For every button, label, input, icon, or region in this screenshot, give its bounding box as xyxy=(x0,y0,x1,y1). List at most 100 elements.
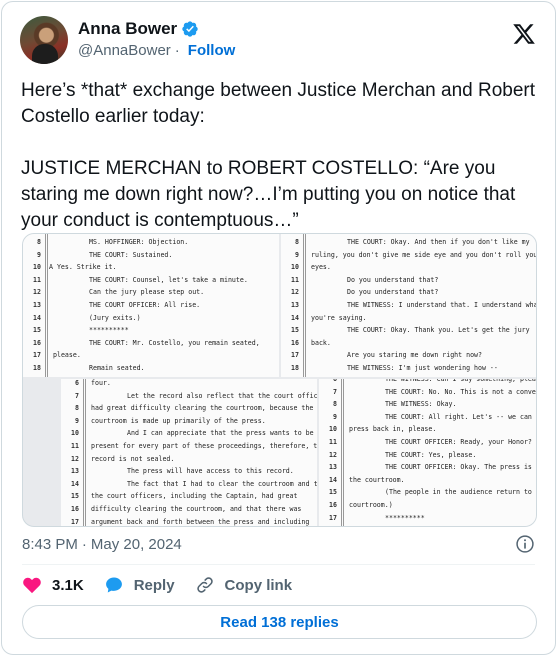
transcript-line-text: THE WITNESS: Can I say something, please… xyxy=(385,379,537,383)
transcript-line-text: back. xyxy=(311,338,331,347)
transcript-line-text: THE COURT: Sustained. xyxy=(89,250,173,259)
transcript-line-text: eyes. xyxy=(311,263,331,272)
copy-link-label: Copy link xyxy=(224,576,293,594)
transcript-line-text: you're saying. xyxy=(311,313,367,322)
transcript-line-number: 15 xyxy=(329,488,337,497)
read-replies-button[interactable]: Read 138 replies xyxy=(22,605,537,639)
transcript-image-bottom-right[interactable]: 6 THE WITNESS: Can I say something, pleas… xyxy=(319,379,537,526)
transcript-line-text: THE WITNESS: I'm just wondering how -- xyxy=(347,364,498,372)
heart-icon xyxy=(23,577,41,594)
transcript-image-bottom-left[interactable]: 6 four. 7 Let the record also reflect that … xyxy=(61,379,317,526)
transcript-line: 17 Are you staring me down right now? xyxy=(281,349,536,361)
transcript-line-number: 12 xyxy=(291,288,299,297)
x-logo-icon[interactable] xyxy=(512,22,536,46)
copy-link-button[interactable]: Copy link xyxy=(195,575,293,595)
transcript-line-text: argument back and forth between the pres… xyxy=(91,517,310,526)
transcript-line-text: The press will have access to this recor… xyxy=(127,467,294,476)
author-display-name[interactable]: Anna Bower xyxy=(78,19,177,39)
transcript-line: 18 Remain seated. xyxy=(23,362,279,374)
reply-button[interactable]: Reply xyxy=(104,575,175,595)
transcript-line-number: 13 xyxy=(71,467,79,476)
transcript-line-number: 6 xyxy=(333,379,337,383)
timestamp[interactable]: 8:43 PM · May 20, 2024 xyxy=(22,536,182,553)
transcript-line-number: 16 xyxy=(329,501,337,509)
transcript-line-number: 8 xyxy=(333,400,337,409)
transcript-line: 7 THE COURT: No. No. This is not a conver… xyxy=(319,386,536,398)
media-grid[interactable]: 8 MS. HOFFINGER: Objection. 9 THE COURT: Su… xyxy=(22,233,537,527)
transcript-line-text: had great difficulty clearing the courtr… xyxy=(91,404,314,413)
transcript-line: 11 present for every part of these procee… xyxy=(61,440,317,452)
transcript-line-number: 14 xyxy=(291,313,299,322)
transcript-line: 13 The press will have access to this rec… xyxy=(61,465,317,477)
transcript-line: 9 ruling, you don't give me side eye and … xyxy=(281,249,537,261)
verified-badge-icon xyxy=(182,21,198,37)
info-icon[interactable] xyxy=(515,534,535,554)
transcript-line-number: 17 xyxy=(71,517,79,526)
transcript-line-number: 15 xyxy=(33,326,41,335)
tweet-time[interactable]: 8:43 PM xyxy=(22,536,78,553)
transcript-line-number: 14 xyxy=(329,475,337,484)
tweet-text: Here’s *that* exchange between Justice M… xyxy=(21,78,536,234)
transcript-line: 9 THE COURT: Sustained. xyxy=(23,249,279,261)
transcript-line-number: 13 xyxy=(33,301,41,309)
transcript-line: 18 THE COURT OFFICER: Some seats. xyxy=(319,524,536,526)
transcript-line-number: 9 xyxy=(75,416,79,425)
transcript-line: 15 ********** xyxy=(23,324,279,336)
transcript-line: 12 THE COURT: Yes, please. xyxy=(319,449,536,461)
transcript-line-number: 8 xyxy=(295,238,299,246)
transcript-line: 9 courtroom is made up primarily of the p… xyxy=(61,415,317,427)
transcript-line: 11 THE COURT OFFICER: Ready, your Honor? xyxy=(319,436,536,448)
transcript-line: 16 THE COURT: Mr. Costello, you remain se… xyxy=(23,337,279,349)
transcript-line-number: 15 xyxy=(71,492,79,501)
transcript-line-text: THE COURT: Yes, please. xyxy=(385,450,477,459)
transcript-line-number: 11 xyxy=(291,275,299,284)
transcript-line: 12 Do you understand that? xyxy=(281,286,536,298)
author-handle-row: @AnnaBower · Follow xyxy=(78,42,235,59)
transcript-line-text: four. xyxy=(91,379,111,387)
transcript-line-number: 7 xyxy=(333,387,337,396)
transcript-line-number: 18 xyxy=(321,524,337,526)
transcript-line-text: (The people in the audience return to th… xyxy=(385,488,537,497)
transcript-line-text: Are you staring me down right now? xyxy=(347,351,482,360)
transcript-line-number: 13 xyxy=(329,463,337,472)
transcript-line-text: THE COURT OFFICER: Ready, your Honor? xyxy=(385,438,532,446)
transcript-line: 13 THE COURT OFFICER: All rise. xyxy=(23,299,279,311)
transcript-line-text: The fact that I had to clear the courtro… xyxy=(127,479,317,488)
transcript-line: 14 you're saying. xyxy=(281,312,536,324)
transcript-line: 14 The fact that I had to clear the court… xyxy=(61,478,317,490)
transcript-line: 17 ********** xyxy=(319,512,536,524)
transcript-line-text: THE COURT: Mr. Costello, you remain seat… xyxy=(89,338,260,347)
transcript-image-top-left[interactable]: 8 MS. HOFFINGER: Objection. 9 THE COURT: Su… xyxy=(23,234,279,377)
avatar[interactable] xyxy=(20,16,68,64)
transcript-line-number: 11 xyxy=(71,442,79,450)
transcript-line-number: 17 xyxy=(329,513,337,522)
transcript-line-number: 13 xyxy=(291,301,299,309)
transcript-line-text: Can the jury please step out. xyxy=(89,288,205,297)
transcript-line-text: please. xyxy=(53,351,81,360)
like-button[interactable]: 3.1K xyxy=(22,575,84,595)
transcript-line-text: THE COURT: Okay. Thank you. Let's get th… xyxy=(347,326,530,335)
author-handle[interactable]: @AnnaBower xyxy=(78,42,171,59)
transcript-line-number: 11 xyxy=(33,275,41,284)
transcript-line-text: THE COURT: All right. Let's -- we can br… xyxy=(385,412,536,421)
transcript-line-text: the court officers, including the Captai… xyxy=(91,492,298,501)
transcript-line-text: ********** xyxy=(385,513,425,522)
transcript-line: 14 (Jury exits.) xyxy=(23,312,279,324)
transcript-image-top-right[interactable]: 8 THE COURT: Okay. And then if you don't … xyxy=(281,234,537,377)
transcript-line-number: 16 xyxy=(71,505,79,513)
transcript-line: 15 (The people in the audience return to … xyxy=(319,486,537,498)
transcript-line-number: 12 xyxy=(71,454,79,463)
transcript-line-text: Let the record also reflect that the cou… xyxy=(127,391,317,400)
transcript-line-text: Do you understand that? xyxy=(347,275,439,284)
transcript-line: 16 courtroom.) xyxy=(319,499,536,511)
transcript-line: 8 MS. HOFFINGER: Objection. xyxy=(23,236,279,248)
transcript-line-number: 18 xyxy=(33,364,41,372)
transcript-line: 14 the courtroom. xyxy=(319,474,536,486)
transcript-line: 12 record is not sealed. xyxy=(61,453,317,465)
tweet-date[interactable]: May 20, 2024 xyxy=(91,536,182,553)
transcript-line-text: ruling, you don't give me side eye and y… xyxy=(311,250,537,259)
transcript-line: 16 difficulty clearing the courtroom, and… xyxy=(61,503,317,515)
follow-button[interactable]: Follow xyxy=(188,42,236,59)
transcript-line-text: press back in, please. xyxy=(349,425,437,434)
transcript-line-text: difficulty clearing the courtroom, and t… xyxy=(91,505,302,513)
